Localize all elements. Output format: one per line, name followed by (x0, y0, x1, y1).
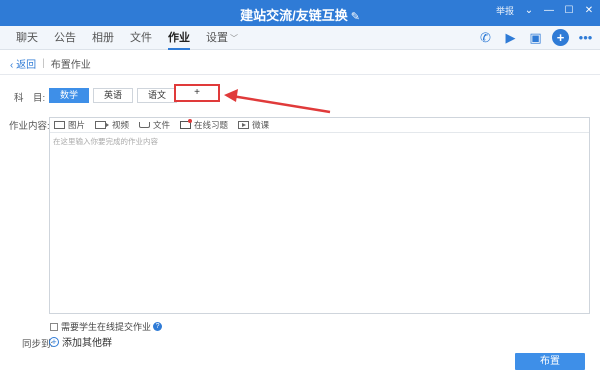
help-icon[interactable]: ? (153, 322, 163, 331)
image-icon (54, 121, 65, 129)
window-controls: 举报 ⌄ — ☐ ✕ (496, 4, 596, 17)
tab-files[interactable]: 文件 (122, 26, 160, 50)
chevron-down-icon: ﹀ (230, 34, 238, 43)
nav-bar: 聊天 公告 相册 文件 作业 设置 ﹀ ✆ ▶ ▣ + ••• (0, 26, 600, 50)
homework-content-input[interactable]: 在这里输入你要完成的作业内容 (50, 134, 589, 313)
insert-video-button[interactable]: 视频 (95, 119, 129, 131)
breadcrumb-separator: | (42, 58, 45, 69)
add-subject-button[interactable]: + (174, 84, 220, 102)
divider (0, 74, 600, 75)
maximize-icon[interactable]: ☐ (562, 5, 576, 16)
micro-lesson-icon (238, 121, 250, 129)
back-label: 返回 (16, 60, 37, 71)
page-title: 布置作业 (50, 60, 91, 71)
insert-image-label: 图片 (68, 120, 86, 130)
insert-exercise-label: 在线习题 (194, 120, 229, 130)
content-label: 作业内容: (9, 121, 50, 132)
report-link[interactable]: 举报 (496, 4, 514, 17)
minimize-icon[interactable]: — (542, 5, 556, 16)
tab-settings-label: 设置 (206, 32, 228, 44)
assign-button[interactable]: 布置 (515, 353, 585, 370)
insert-image-button[interactable]: 图片 (54, 119, 85, 131)
arrow-head (224, 89, 238, 102)
subject-label: 科 目: (14, 93, 46, 104)
insert-micro-lesson-button[interactable]: 微课 (238, 119, 269, 131)
add-group-button[interactable]: + 添加其他群 (49, 334, 112, 349)
file-tray-icon (139, 122, 151, 128)
content-editor: 图片 视频 文件 在线习题 微课 在这里输入你要完成的作业内容 (49, 117, 590, 314)
phone-icon[interactable]: ✆ (477, 29, 494, 46)
editor-toolbar: 图片 视频 文件 在线习题 微课 (50, 118, 589, 133)
insert-file-label: 文件 (153, 120, 171, 130)
breadcrumb: ‹ 返回 | 布置作业 (10, 56, 91, 71)
title-bar: 建站交流/友链互换 ✎ 举报 ⌄ — ☐ ✕ (0, 0, 600, 26)
whiteboard-icon[interactable]: ▣ (527, 29, 544, 46)
add-icon[interactable]: + (552, 29, 569, 46)
subject-english-button[interactable]: 英语 (93, 88, 133, 103)
back-link[interactable]: ‹ 返回 (10, 56, 36, 71)
insert-file-button[interactable]: 文件 (139, 119, 170, 131)
more-icon[interactable]: ••• (577, 29, 594, 46)
nav-icon-group: ✆ ▶ ▣ + ••• (477, 29, 594, 46)
tab-album[interactable]: 相册 (84, 26, 122, 50)
tab-list: 聊天 公告 相册 文件 作业 设置 ﹀ (8, 26, 246, 50)
subject-math-button[interactable]: 数学 (49, 88, 89, 103)
subject-chinese-button[interactable]: 语文 (137, 88, 177, 103)
online-exercise-icon (180, 119, 193, 129)
video-icon (95, 121, 110, 129)
arrow-shaft (231, 94, 331, 114)
require-online-submit-label: 需要学生在线提交作业 (61, 322, 152, 332)
insert-exercise-button[interactable]: 在线习题 (180, 119, 228, 131)
require-online-submit-row: 需要学生在线提交作业 ? (50, 320, 163, 333)
plus-circle-icon: + (49, 336, 59, 347)
chevron-down-icon[interactable]: ⌄ (522, 5, 536, 16)
insert-video-label: 视频 (112, 120, 130, 130)
require-online-submit-checkbox[interactable] (50, 322, 58, 331)
close-icon[interactable]: ✕ (582, 5, 596, 16)
tab-announcement[interactable]: 公告 (46, 26, 84, 50)
tab-settings[interactable]: 设置 ﹀ (198, 26, 246, 50)
video-call-icon[interactable]: ▶ (502, 29, 519, 46)
add-group-label: 添加其他群 (62, 338, 112, 349)
pencil-icon[interactable]: ✎ (351, 11, 360, 23)
insert-micro-lesson-label: 微课 (252, 120, 270, 130)
group-name: 建站交流/友链互换 (240, 8, 348, 23)
tab-chat[interactable]: 聊天 (8, 26, 46, 50)
tab-homework[interactable]: 作业 (160, 26, 198, 50)
